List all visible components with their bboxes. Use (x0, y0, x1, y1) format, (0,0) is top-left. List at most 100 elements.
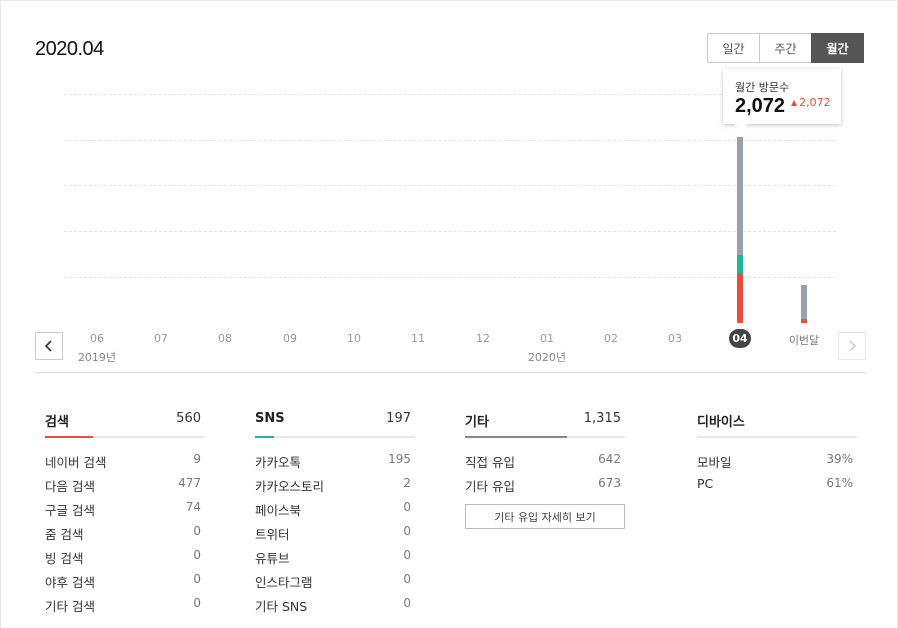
tab-daily[interactable]: 일간 (707, 33, 760, 63)
row-value: 0 (403, 572, 411, 586)
other-column: 기타 1,315 직접 유입 642 기타 유입 673 (465, 408, 625, 494)
row-value: 477 (178, 476, 201, 490)
row-value: 0 (403, 524, 411, 538)
x-tick-label[interactable]: 10 (347, 332, 361, 345)
row-label: 카카오톡 (255, 455, 302, 470)
tooltip-delta: ▲ 2,072 (791, 96, 831, 109)
tooltip-label: 월간 방문수 (735, 81, 790, 94)
bar-segment[interactable] (737, 273, 743, 323)
row-value: 0 (193, 524, 201, 538)
list-item: 카카오스토리 2 (255, 470, 415, 494)
sns-rows: 카카오톡 195 카카오스토리 2 페이스북 0 트위터 0 유튜브 0 인스타그램 0 기타 SNS 0 (255, 438, 415, 614)
x-tick-label[interactable]: 12 (476, 332, 490, 345)
row-value: 0 (193, 548, 201, 562)
device-title: 디바이스 (697, 415, 745, 430)
list-item: 페이스북 0 (255, 494, 415, 518)
row-label: 줌 검색 (45, 527, 84, 542)
gridline (64, 277, 836, 278)
row-label: 기타 검색 (45, 599, 95, 614)
search-title: 검색 (45, 415, 69, 430)
chevron-right-icon (849, 340, 857, 352)
list-item: 기타 SNS 0 (255, 590, 415, 614)
list-item: 줌 검색 0 (45, 518, 205, 542)
list-item: 다음 검색 477 (45, 470, 205, 494)
row-value: 0 (403, 596, 411, 610)
other-rows: 직접 유입 642 기타 유입 673 (465, 438, 625, 494)
gridline (64, 140, 836, 141)
x-tick-label[interactable]: 02 (604, 332, 618, 345)
row-value: 9 (193, 452, 201, 466)
x-tick-label[interactable]: 이번달 (789, 332, 819, 348)
x-tick-label[interactable]: 07 (154, 332, 168, 345)
sns-header: SNS 197 (255, 408, 415, 438)
list-item: 트위터 0 (255, 518, 415, 542)
gridline (64, 94, 836, 95)
row-label: 기타 SNS (255, 599, 308, 614)
list-item: 유튜브 0 (255, 542, 415, 566)
gridline (64, 231, 836, 232)
device-column: 디바이스 모바일 39% PC 61% (697, 408, 857, 494)
bar-segment[interactable] (737, 137, 743, 255)
other-share-bar (465, 436, 567, 438)
device-header: 디바이스 (697, 408, 857, 438)
row-label: 기타 유입 (465, 479, 515, 494)
list-item: 야후 검색 0 (45, 566, 205, 590)
row-label: 네이버 검색 (45, 455, 107, 470)
sns-title: SNS (255, 411, 285, 426)
bar-segment[interactable] (801, 285, 807, 319)
row-label: 다음 검색 (45, 479, 95, 494)
row-value: 0 (193, 596, 201, 610)
list-item: 빙 검색 0 (45, 542, 205, 566)
row-value: 39% (826, 452, 853, 466)
next-button[interactable] (838, 332, 866, 360)
chevron-left-icon (44, 340, 52, 352)
x-tick-label[interactable]: 11 (411, 332, 425, 345)
list-item: 네이버 검색 9 (45, 446, 205, 470)
search-rows: 네이버 검색 9 다음 검색 477 구글 검색 74 줌 검색 0 빙 검색 0 야후 검색 0 기타… (45, 438, 205, 614)
list-item: 모바일 39% (697, 446, 857, 470)
row-label: 구글 검색 (45, 503, 95, 518)
tab-weekly[interactable]: 주간 (759, 33, 812, 63)
x-tick-label[interactable]: 09 (283, 332, 297, 345)
tooltip-delta-value: 2,072 (799, 96, 831, 109)
bar-segment[interactable] (737, 255, 743, 273)
row-label: 트위터 (255, 527, 290, 542)
x-tick-label[interactable]: 04 (729, 329, 751, 348)
row-label: 인스타그램 (255, 575, 313, 590)
other-detail-button[interactable]: 기타 유입 자세히 보기 (465, 504, 625, 529)
row-label: 야후 검색 (45, 575, 95, 590)
list-item: PC 61% (697, 470, 857, 494)
row-value: 0 (193, 572, 201, 586)
search-column: 검색 560 네이버 검색 9 다음 검색 477 구글 검색 74 줌 검색 0 빙 검색 0 야… (45, 408, 205, 614)
x-tick-label[interactable]: 08 (218, 332, 232, 345)
sns-share-bar (255, 436, 274, 438)
prev-button[interactable] (35, 332, 63, 360)
visits-tooltip: 월간 방문수 2,072 ▲ 2,072 (723, 69, 841, 131)
x-tick-label[interactable]: 01 (540, 332, 554, 345)
divider (35, 372, 866, 373)
tab-monthly[interactable]: 월간 (811, 33, 864, 63)
list-item: 구글 검색 74 (45, 494, 205, 518)
row-value: 74 (185, 500, 201, 514)
other-title: 기타 (465, 415, 489, 430)
x-tick-label[interactable]: 06 (90, 332, 104, 345)
row-label: 카카오스토리 (255, 479, 325, 494)
bar-segment[interactable] (801, 319, 807, 323)
row-label: 모바일 (697, 455, 732, 470)
row-value: 642 (598, 452, 621, 466)
row-value: 673 (598, 476, 621, 490)
search-header: 검색 560 (45, 408, 205, 438)
period-tabs: 일간 주간 월간 (707, 33, 864, 63)
list-item: 기타 검색 0 (45, 590, 205, 614)
other-header: 기타 1,315 (465, 408, 625, 438)
row-label: 유튜브 (255, 551, 290, 566)
sns-column: SNS 197 카카오톡 195 카카오스토리 2 페이스북 0 트위터 0 유튜브 0 인스타그램… (255, 408, 415, 614)
x-tick-label[interactable]: 03 (668, 332, 682, 345)
search-total: 560 (176, 411, 201, 426)
row-value: 61% (826, 476, 853, 490)
row-label: 직접 유입 (465, 455, 515, 470)
device-rows: 모바일 39% PC 61% (697, 438, 857, 494)
row-value: 0 (403, 548, 411, 562)
period-title: 2020.04 (35, 38, 104, 60)
row-label: PC (697, 476, 714, 491)
